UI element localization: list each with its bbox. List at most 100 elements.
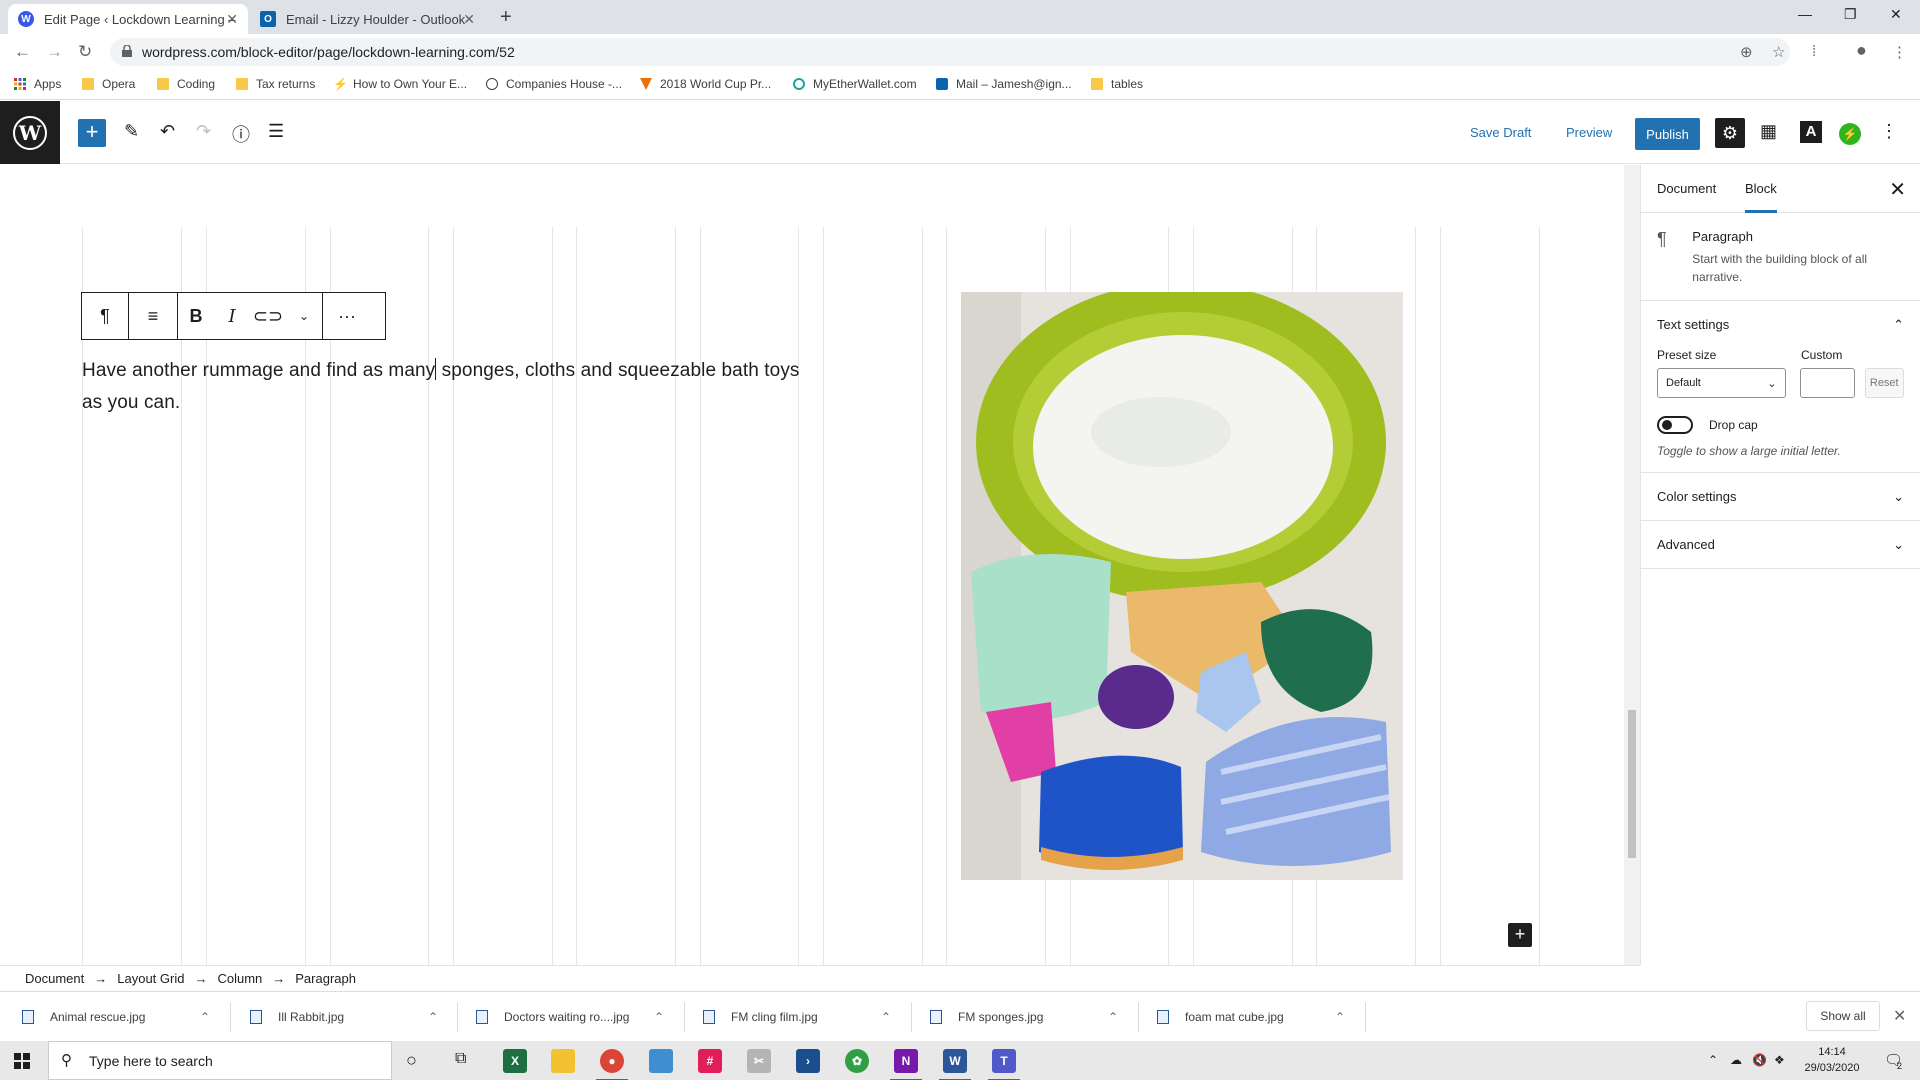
profile-avatar-icon[interactable]: ●	[1856, 40, 1867, 61]
scrollbar-thumb[interactable]	[1628, 710, 1636, 858]
tab-block[interactable]: Block	[1745, 181, 1777, 213]
chrome-icon[interactable]: ●	[596, 1049, 628, 1080]
breadcrumb-item[interactable]: Document	[25, 971, 84, 986]
reset-size-button[interactable]: Reset	[1864, 368, 1904, 398]
jetpack-icon[interactable]: ⚡	[1839, 123, 1861, 145]
bookmark-star-icon[interactable]: ☆	[1772, 43, 1785, 61]
window-close-icon[interactable]: ✕	[1890, 6, 1902, 23]
settings-gear-icon[interactable]: ⚙	[1715, 118, 1745, 148]
bookmark-mail[interactable]: Mail – Jamesh@ign...	[936, 77, 1072, 91]
undo-icon[interactable]: ↶	[160, 121, 175, 142]
url-bar[interactable]: wordpress.com/block-editor/page/lockdown…	[110, 38, 1790, 66]
drop-cap-toggle[interactable]	[1657, 416, 1693, 434]
bookmark-opera[interactable]: Opera	[82, 77, 135, 91]
canvas-scrollbar[interactable]	[1624, 165, 1640, 965]
new-tab-button[interactable]: +	[500, 6, 512, 29]
add-block-button[interactable]: +	[78, 119, 106, 147]
teams-icon[interactable]: T	[988, 1049, 1020, 1080]
advanced-toggle[interactable]: Advanced ⌄	[1641, 521, 1920, 568]
custom-size-input[interactable]	[1799, 368, 1855, 398]
edit-tools-icon[interactable]: ✎	[124, 121, 139, 142]
color-settings-toggle[interactable]: Color settings ⌄	[1641, 473, 1920, 520]
breadcrumb-item[interactable]: Layout Grid	[117, 971, 184, 986]
tray-expand-icon[interactable]: ⌃	[1708, 1053, 1718, 1067]
file-explorer-icon[interactable]	[551, 1049, 575, 1073]
browser-tab-outlook[interactable]: O Email - Lizzy Houlder - Outlook ✕	[250, 4, 485, 34]
link-icon[interactable]: ⊂⊃	[250, 306, 286, 327]
wordpress-logo[interactable]: W	[0, 101, 60, 164]
control-panel-icon[interactable]	[649, 1049, 673, 1073]
show-all-downloads-button[interactable]: Show all	[1806, 1001, 1880, 1031]
image-block-sponges-photo[interactable]	[961, 292, 1403, 880]
italic-icon[interactable]: I	[214, 306, 250, 327]
more-block-options[interactable]: ···	[323, 293, 371, 339]
block-inserter-button[interactable]: +	[1508, 923, 1532, 947]
install-icon[interactable]: ⊕	[1740, 43, 1753, 61]
chevron-up-icon[interactable]: ⌃	[1335, 1010, 1345, 1024]
bookmark-coding[interactable]: Coding	[157, 77, 215, 91]
typography-icon[interactable]: A	[1800, 121, 1822, 143]
info-icon[interactable]: ⓘ	[232, 121, 250, 147]
windows-start-icon[interactable]	[14, 1053, 30, 1069]
bold-icon[interactable]: B	[178, 306, 214, 327]
outline-icon[interactable]: ☰	[268, 121, 284, 142]
chevron-up-icon[interactable]: ⌃	[1108, 1010, 1118, 1024]
download-item[interactable]: foam mat cube.jpg ⌃	[1157, 1002, 1347, 1032]
preview-button[interactable]: Preview	[1566, 125, 1612, 140]
back-icon[interactable]: ←	[14, 42, 31, 62]
extension-icon[interactable]: ⁞	[1812, 43, 1816, 60]
redo-icon[interactable]: ↷	[196, 121, 211, 142]
slack-icon[interactable]: #	[698, 1049, 722, 1073]
browser-tab-wordpress[interactable]: W Edit Page ‹ Lockdown Learning – ✕	[8, 4, 248, 34]
forward-icon[interactable]: →	[46, 42, 63, 62]
tab-document[interactable]: Document	[1657, 181, 1716, 196]
taskbar-clock[interactable]: 14:14 29/03/2020	[1792, 1044, 1872, 1076]
bookmark-world-cup[interactable]: 2018 World Cup Pr...	[640, 77, 771, 91]
snipping-tool-icon[interactable]: ✂	[747, 1049, 771, 1073]
paragraph-block[interactable]: Have another rummage and find as many sp…	[82, 355, 802, 419]
word-icon[interactable]: W	[939, 1049, 971, 1080]
close-sidebar-icon[interactable]: ✕	[1889, 177, 1906, 202]
powershell-icon[interactable]: ›	[796, 1049, 820, 1073]
browser-menu-icon[interactable]: ⋮	[1892, 43, 1907, 61]
bookmark-tables[interactable]: tables	[1091, 77, 1143, 91]
preset-size-select[interactable]: Default ⌄	[1657, 368, 1786, 398]
onenote-icon[interactable]: N	[890, 1049, 922, 1080]
breadcrumb-item[interactable]: Paragraph	[295, 971, 356, 986]
cortana-icon[interactable]: ○	[406, 1050, 417, 1071]
download-item[interactable]: Doctors waiting ro....jpg ⌃	[476, 1002, 666, 1032]
chevron-up-icon[interactable]: ⌃	[654, 1010, 664, 1024]
bookmark-tax-returns[interactable]: Tax returns	[236, 77, 315, 91]
minimize-icon[interactable]: —	[1798, 6, 1812, 22]
block-type-switcher[interactable]: ¶	[82, 293, 129, 339]
chevron-up-icon[interactable]: ⌃	[428, 1010, 438, 1024]
chevron-down-icon[interactable]: ⌄	[286, 309, 322, 323]
text-settings-toggle[interactable]: Text settings ⌃	[1641, 301, 1920, 348]
chevron-up-icon[interactable]: ⌃	[881, 1010, 891, 1024]
breadcrumb-item[interactable]: Column	[217, 971, 262, 986]
close-tab-icon[interactable]: ✕	[226, 11, 238, 28]
bookmark-apps[interactable]: Apps	[14, 77, 61, 91]
bookmark-companies-house[interactable]: Companies House -...	[486, 77, 622, 91]
close-tab-icon[interactable]: ✕	[463, 11, 475, 28]
excel-icon[interactable]: X	[503, 1049, 527, 1073]
bookmark-how-to-own[interactable]: ⚡ How to Own Your E...	[333, 77, 467, 91]
task-view-icon[interactable]: ⧉	[455, 1050, 466, 1068]
chevron-up-icon[interactable]: ⌃	[200, 1010, 210, 1024]
download-item[interactable]: Ill Rabbit.jpg ⌃	[250, 1002, 440, 1032]
download-item[interactable]: FM cling film.jpg ⌃	[703, 1002, 893, 1032]
block-manager-icon[interactable]: ▦	[1760, 121, 1777, 142]
download-item[interactable]: Animal rescue.jpg ⌃	[22, 1002, 212, 1032]
taskbar-search[interactable]: ⚲ Type here to search	[48, 1041, 392, 1080]
restore-icon[interactable]: ❐	[1844, 6, 1857, 23]
dropbox-icon[interactable]: ❖	[1774, 1053, 1785, 1067]
save-draft-button[interactable]: Save Draft	[1470, 125, 1531, 140]
reload-icon[interactable]: ↻	[78, 42, 92, 62]
close-shelf-icon[interactable]: ✕	[1893, 1006, 1906, 1026]
volume-muted-icon[interactable]: 🔇	[1752, 1053, 1767, 1067]
bookmark-myetherwallet[interactable]: MyEtherWallet.com	[793, 77, 917, 91]
download-item[interactable]: FM sponges.jpg ⌃	[930, 1002, 1120, 1032]
app-icon[interactable]: ✿	[845, 1049, 869, 1073]
align-dropdown[interactable]: ≡	[129, 293, 178, 339]
more-options-icon[interactable]: ⋮	[1880, 121, 1898, 142]
